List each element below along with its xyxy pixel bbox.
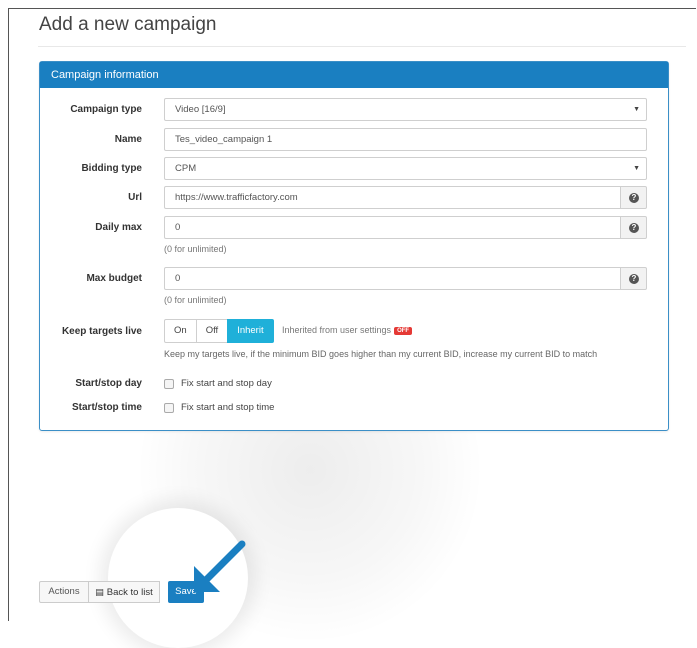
actions-button[interactable]: Actions: [39, 581, 89, 603]
start-stop-day-checkbox-label[interactable]: Fix start and stop day: [181, 378, 272, 389]
name-label: Name: [114, 134, 142, 145]
url-label: Url: [128, 192, 142, 203]
toggle-off[interactable]: Off: [195, 319, 229, 343]
chevron-down-icon: ▼: [633, 106, 640, 113]
campaign-type-select[interactable]: Video [16/9] ▼: [164, 98, 647, 121]
bidding-type-value: CPM: [175, 163, 197, 174]
max-budget-hint: (0 for unlimited): [164, 295, 227, 305]
inherited-note-text: Inherited from user settings: [282, 325, 392, 335]
panel-header: Campaign information: [40, 62, 668, 88]
question-icon: ?: [629, 193, 639, 203]
max-budget-help-button[interactable]: ?: [621, 267, 647, 290]
start-stop-time-checkbox-label[interactable]: Fix start and stop time: [181, 402, 274, 413]
campaign-information-panel: Campaign information Campaign type Video…: [39, 61, 669, 431]
back-to-list-label: Back to list: [106, 587, 153, 598]
list-icon: ▤: [95, 587, 104, 597]
chevron-down-icon: ▼: [633, 165, 640, 172]
bidding-type-select[interactable]: CPM ▼: [164, 157, 647, 180]
bidding-type-label: Bidding type: [81, 163, 142, 174]
daily-max-input[interactable]: 0: [164, 216, 621, 239]
start-stop-time-label: Start/stop time: [71, 402, 142, 413]
daily-max-help-button[interactable]: ?: [621, 216, 647, 239]
url-help-button[interactable]: ?: [621, 186, 647, 209]
toggle-inherit[interactable]: Inherit: [227, 319, 274, 343]
question-icon: ?: [629, 274, 639, 284]
inherited-note: Inherited from user settings OFF: [282, 325, 413, 335]
start-stop-time-checkbox[interactable]: [164, 403, 174, 413]
keep-targets-live-toggle: On Off Inherit: [164, 319, 274, 343]
page-title: Add a new campaign: [39, 14, 217, 35]
toggle-on[interactable]: On: [164, 319, 197, 343]
keep-targets-live-label: Keep targets live: [61, 326, 142, 337]
title-divider: [38, 46, 686, 47]
max-budget-input[interactable]: 0: [164, 267, 621, 290]
campaign-type-label: Campaign type: [70, 104, 142, 115]
question-icon: ?: [629, 223, 639, 233]
campaign-type-value: Video [16/9]: [175, 104, 226, 115]
url-input[interactable]: https://www.trafficfactory.com: [164, 186, 621, 209]
daily-max-label: Daily max: [95, 222, 142, 233]
back-to-list-button[interactable]: ▤ Back to list: [88, 581, 160, 603]
name-input[interactable]: Tes_video_campaign 1: [164, 128, 647, 151]
start-stop-day-checkbox[interactable]: [164, 379, 174, 389]
pointer-arrow-icon: [194, 540, 246, 592]
start-stop-day-label: Start/stop day: [75, 378, 142, 389]
max-budget-label: Max budget: [86, 273, 142, 284]
off-badge: OFF: [394, 326, 413, 335]
keep-targets-live-description: Keep my targets live, if the minimum BID…: [164, 349, 598, 359]
daily-max-hint: (0 for unlimited): [164, 244, 227, 254]
